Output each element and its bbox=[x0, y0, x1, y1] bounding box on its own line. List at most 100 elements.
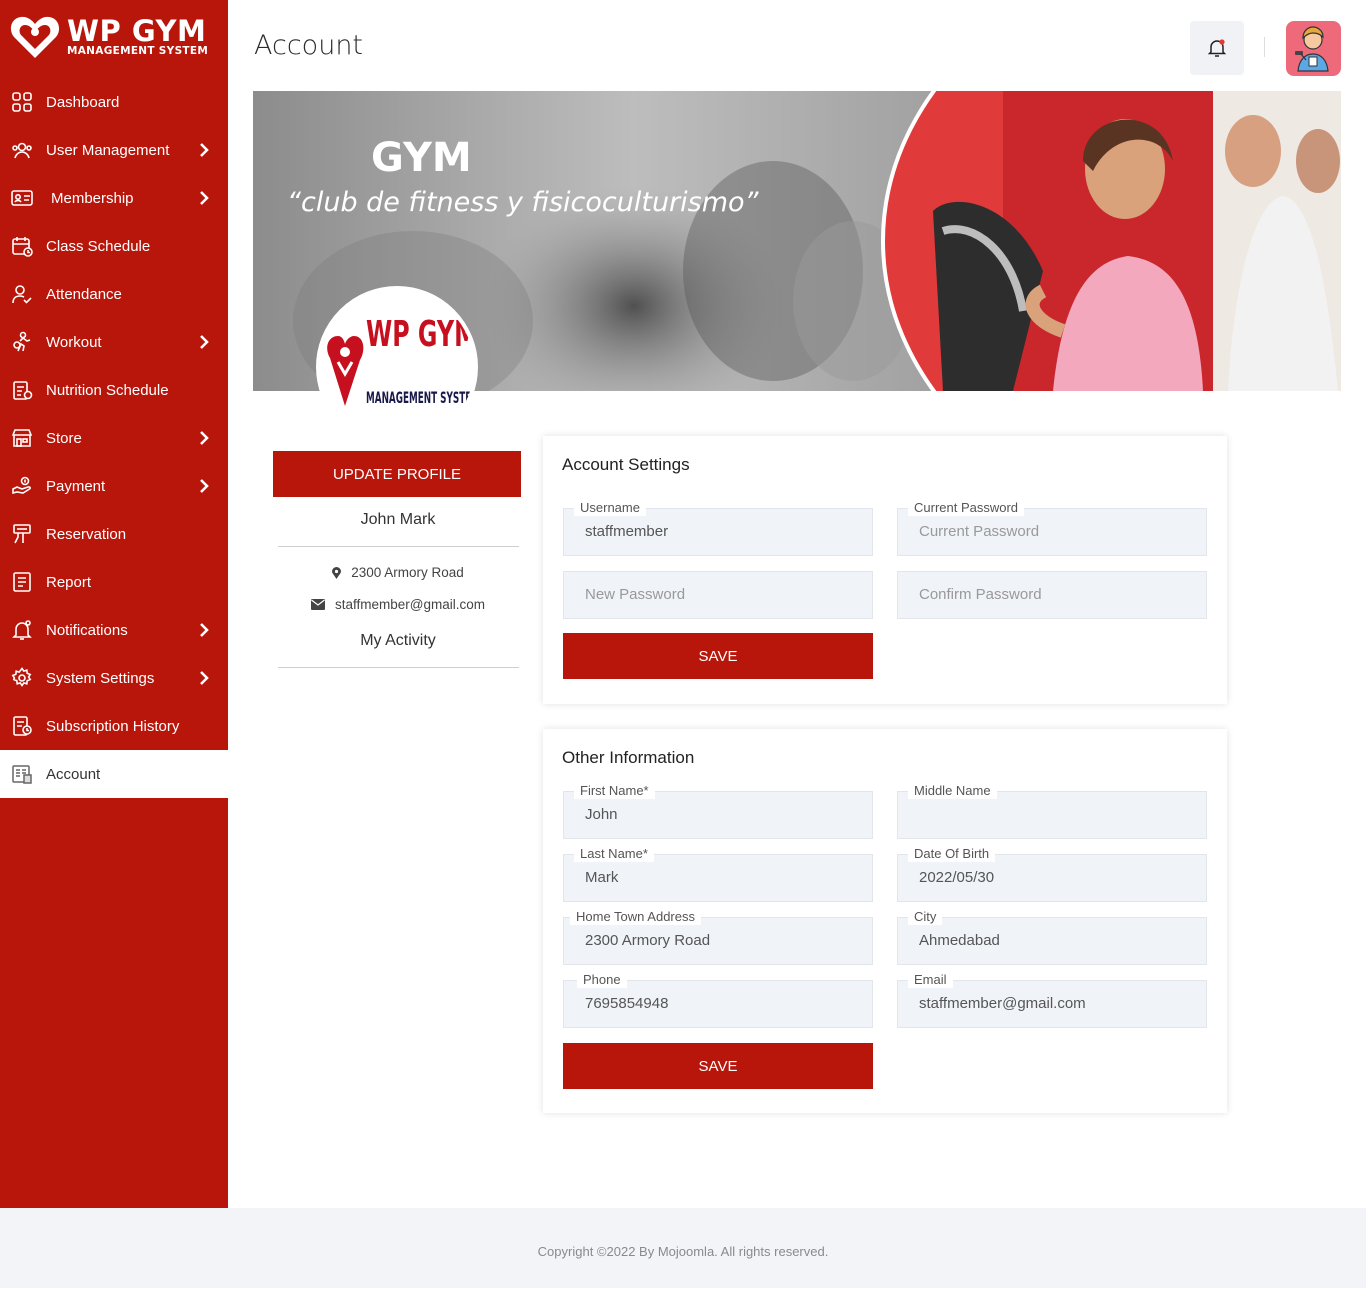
banner-title: GYM bbox=[371, 135, 472, 181]
confirm-password-field[interactable]: Confirm Password bbox=[897, 571, 1207, 619]
sidebar-item-membership[interactable]: Membership bbox=[0, 174, 228, 222]
update-profile-button[interactable]: UPDATE PROFILE bbox=[273, 451, 521, 497]
user-avatar[interactable] bbox=[1286, 21, 1341, 76]
sidebar-item-class-schedule[interactable]: Class Schedule bbox=[0, 222, 228, 270]
first-name-field[interactable]: First Name* John bbox=[563, 783, 873, 839]
field-value: Mark bbox=[585, 869, 619, 886]
attendance-icon bbox=[12, 285, 32, 304]
chevron-right-icon bbox=[200, 671, 209, 685]
field-value: Ahmedabad bbox=[919, 932, 1000, 949]
sidebar-item-reservation[interactable]: Reservation bbox=[0, 510, 228, 558]
brand-logo[interactable]: WP GYM MANAGEMENT SYSTEM bbox=[10, 14, 220, 64]
sidebar-item-nutrition-schedule[interactable]: Nutrition Schedule bbox=[0, 366, 228, 414]
sidebar-item-notifications[interactable]: Notifications bbox=[0, 606, 228, 654]
sidebar-item-label: Workout bbox=[46, 333, 102, 351]
brand-subtitle: MANAGEMENT SYSTEM bbox=[67, 45, 209, 57]
field-value: John bbox=[585, 806, 618, 823]
field-label: Middle Name bbox=[908, 783, 997, 799]
chevron-right-icon bbox=[200, 191, 209, 205]
footer: Copyright ©2022 By Mojoomla. All rights … bbox=[0, 1208, 1366, 1288]
chevron-right-icon bbox=[200, 431, 209, 445]
field-placeholder: New Password bbox=[585, 586, 686, 603]
payment-icon bbox=[12, 476, 32, 495]
last-name-field[interactable]: Last Name* Mark bbox=[563, 846, 873, 902]
middle-name-field[interactable]: Middle Name bbox=[897, 783, 1207, 839]
field-value: staffmember@gmail.com bbox=[919, 995, 1086, 1012]
sidebar-item-account[interactable]: Account bbox=[0, 750, 228, 798]
banner-subtitle: “club de fitness y fisicoculturismo” bbox=[287, 187, 759, 218]
new-password-field[interactable]: New Password bbox=[563, 571, 873, 619]
divider bbox=[278, 667, 519, 668]
sidebar-item-label: Attendance bbox=[46, 285, 122, 303]
subscription-history-icon bbox=[13, 716, 32, 736]
reservation-icon bbox=[13, 524, 31, 544]
field-placeholder: Confirm Password bbox=[919, 586, 1042, 603]
sidebar-nav: Dashboard User Management Membership Cla… bbox=[0, 78, 228, 798]
field-value: 7695854948 bbox=[585, 995, 669, 1012]
field-value: 2022/05/30 bbox=[919, 869, 995, 886]
sidebar-item-workout[interactable]: Workout bbox=[0, 318, 228, 366]
field-label: First Name* bbox=[574, 783, 655, 799]
profile-address-row: 2300 Armory Road bbox=[273, 565, 523, 580]
profile-logo-subtitle: MANAGEMENT SYSTEM bbox=[366, 388, 478, 407]
chevron-right-icon bbox=[200, 623, 209, 637]
dashboard-icon bbox=[12, 92, 32, 112]
username-field[interactable]: Username staffmember bbox=[563, 500, 873, 556]
account-icon bbox=[12, 765, 32, 784]
sidebar-item-subscription-history[interactable]: Subscription History bbox=[0, 702, 228, 750]
profile-name: John Mark bbox=[360, 511, 436, 528]
profile-logo-brand: WP GYM bbox=[366, 314, 478, 355]
store-icon bbox=[11, 429, 33, 447]
trainer-avatar-icon bbox=[1295, 26, 1329, 72]
my-activity-link[interactable]: My Activity bbox=[273, 632, 523, 650]
sidebar-item-label: Payment bbox=[46, 477, 106, 495]
sidebar-item-label: Reservation bbox=[46, 525, 127, 543]
sidebar-item-dashboard[interactable]: Dashboard bbox=[0, 78, 228, 126]
divider bbox=[278, 546, 519, 547]
sidebar-item-payment[interactable]: Payment bbox=[0, 462, 228, 510]
field-label: Phone bbox=[577, 972, 627, 988]
sidebar-item-store[interactable]: Store bbox=[0, 414, 228, 462]
date-of-birth-field[interactable]: Date Of Birth 2022/05/30 bbox=[897, 846, 1207, 902]
gym-logo-heart-icon bbox=[327, 336, 364, 406]
account-settings-card: Account Settings Username staffmember Cu… bbox=[543, 436, 1227, 704]
settings-gear-icon bbox=[11, 667, 32, 687]
field-label: City bbox=[908, 909, 943, 925]
city-field[interactable]: City Ahmedabad bbox=[897, 909, 1207, 965]
report-icon bbox=[13, 572, 31, 592]
header-divider bbox=[1264, 37, 1265, 57]
sidebar-item-attendance[interactable]: Attendance bbox=[0, 270, 228, 318]
card-title: Account Settings bbox=[562, 455, 690, 474]
profile-photo: WP GYM MANAGEMENT SYSTEM bbox=[316, 286, 478, 448]
bell-icon bbox=[1208, 39, 1226, 57]
save-account-settings-button[interactable]: SAVE bbox=[563, 633, 873, 679]
sidebar: WP GYM MANAGEMENT SYSTEM Dashboard User … bbox=[0, 0, 228, 1208]
save-other-information-button[interactable]: SAVE bbox=[563, 1043, 873, 1089]
field-value: staffmember bbox=[585, 523, 669, 540]
sidebar-item-user-management[interactable]: User Management bbox=[0, 126, 228, 174]
home-town-address-field[interactable]: Home Town Address 2300 Armory Road bbox=[563, 909, 873, 965]
field-label: Date Of Birth bbox=[908, 846, 996, 862]
sidebar-item-report[interactable]: Report bbox=[0, 558, 228, 606]
membership-card-icon bbox=[11, 190, 33, 206]
sidebar-item-label: Dashboard bbox=[46, 93, 120, 111]
phone-field[interactable]: Phone 7695854948 bbox=[563, 972, 873, 1028]
heart-logo-icon bbox=[10, 16, 60, 58]
copyright-text: Copyright ©2022 By Mojoomla. All rights … bbox=[537, 1244, 829, 1259]
other-information-card: Other Information First Name* John Middl… bbox=[543, 729, 1227, 1113]
profile-address: 2300 Armory Road bbox=[351, 565, 464, 580]
sidebar-item-label: Store bbox=[46, 429, 82, 447]
sidebar-item-label: User Management bbox=[46, 141, 170, 159]
chevron-right-icon bbox=[200, 479, 209, 493]
current-password-field[interactable]: Current Password Current Password bbox=[897, 500, 1207, 556]
notification-button[interactable] bbox=[1190, 21, 1244, 75]
sidebar-item-system-settings[interactable]: System Settings bbox=[0, 654, 228, 702]
email-field[interactable]: Email staffmember@gmail.com bbox=[897, 972, 1207, 1028]
card-title: Other Information bbox=[562, 748, 695, 767]
calendar-icon bbox=[12, 237, 33, 257]
users-icon bbox=[12, 142, 32, 159]
field-label: Current Password bbox=[908, 500, 1025, 516]
chevron-right-icon bbox=[200, 143, 209, 157]
sidebar-item-label: Notifications bbox=[46, 621, 128, 639]
profile-email-row: staffmember@gmail.com bbox=[273, 597, 523, 612]
